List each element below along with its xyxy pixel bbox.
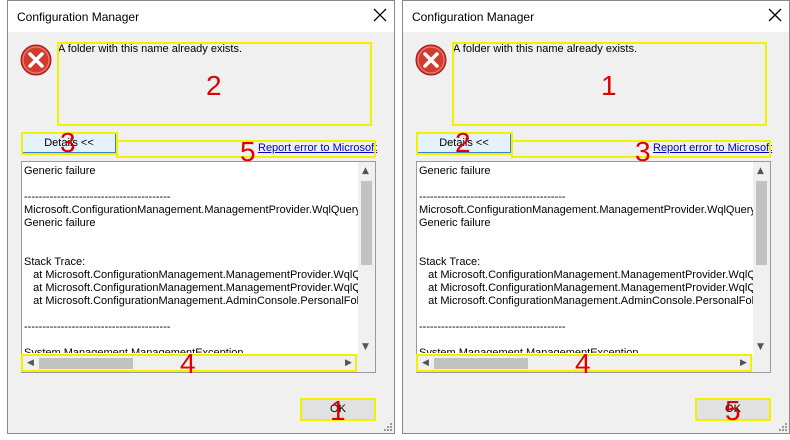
scrollbar-corner [753, 355, 770, 372]
details-text-line: Generic failure [24, 165, 96, 177]
window-title: Configuration Manager [17, 10, 140, 24]
resize-grip-icon[interactable] [777, 421, 787, 431]
error-message: A folder with this name already exists. [58, 43, 243, 55]
error-details-textbox[interactable]: Generic failure -------------------------… [416, 161, 771, 373]
error-icon [20, 44, 52, 76]
horizontal-scroll-thumb[interactable] [39, 358, 133, 369]
details-text-line: Generic failure [24, 217, 96, 229]
scrollbar-corner [358, 355, 375, 372]
details-text-line: Stack Trace: [24, 256, 86, 268]
error-icon [415, 44, 447, 76]
error-message: A folder with this name already exists. [453, 43, 638, 55]
details-text-line: at Microsoft.ConfigurationManagement.Adm… [24, 295, 360, 307]
scroll-up-icon[interactable]: ▲ [362, 166, 369, 176]
details-text-line [22, 243, 360, 256]
scroll-left-icon[interactable]: ◀ [27, 358, 34, 368]
dialog-left: Configuration Manager A folder with this… [7, 0, 395, 434]
details-text-line: System.Management.ManagementException [24, 347, 244, 353]
details-text-line: Stack Trace: [419, 256, 481, 268]
close-icon[interactable] [372, 7, 388, 23]
vertical-scroll-thumb[interactable] [756, 181, 767, 265]
annotation-number: 2 [206, 70, 222, 101]
title-bar: Configuration Manager [8, 1, 394, 32]
details-text-line: ---------------------------------------- [419, 321, 566, 333]
scroll-up-icon[interactable]: ▲ [757, 166, 764, 176]
details-button[interactable]: Details << [417, 133, 511, 153]
details-text-line [22, 178, 360, 191]
details-text-line [417, 178, 755, 191]
scroll-down-icon[interactable]: ▼ [757, 342, 764, 352]
details-text-line: at Microsoft.ConfigurationManagement.Man… [419, 282, 755, 294]
details-button[interactable]: Details << [22, 133, 116, 153]
error-details-textbox[interactable]: Generic failure -------------------------… [21, 161, 376, 373]
error-details-content: Generic failure -------------------------… [22, 165, 360, 353]
details-text-line: ---------------------------------------- [419, 191, 566, 203]
ok-button[interactable]: OK [301, 399, 375, 420]
details-text-line [417, 334, 755, 347]
details-text-line [417, 230, 755, 243]
vertical-scroll-thumb[interactable] [361, 181, 372, 265]
details-text-line: at Microsoft.ConfigurationManagement.Man… [24, 269, 360, 281]
close-icon[interactable] [767, 7, 783, 23]
details-text-line [22, 230, 360, 243]
error-details-content: Generic failure -------------------------… [417, 165, 755, 353]
details-text-line: ---------------------------------------- [24, 321, 171, 333]
horizontal-scrollbar[interactable]: ◀ ▶ [22, 355, 360, 372]
horizontal-scrollbar[interactable]: ◀ ▶ [417, 355, 755, 372]
vertical-scrollbar[interactable]: ▲ ▼ [358, 162, 375, 357]
report-error-link[interactable]: Report error to Microsoft [258, 142, 377, 154]
resize-grip-icon[interactable] [382, 421, 392, 431]
details-text-line: Generic failure [419, 165, 491, 177]
window-title: Configuration Manager [412, 10, 535, 24]
scroll-left-icon[interactable]: ◀ [422, 358, 429, 368]
scroll-right-icon[interactable]: ▶ [345, 358, 352, 368]
details-text-line: ---------------------------------------- [24, 191, 171, 203]
details-text-line [417, 308, 755, 321]
dialog-right: Configuration Manager A folder with this… [402, 0, 790, 434]
annotation-number: 1 [601, 70, 617, 101]
title-bar: Configuration Manager [403, 1, 789, 32]
details-text-line: at Microsoft.ConfigurationManagement.Man… [24, 282, 360, 294]
details-text-line [22, 308, 360, 321]
details-text-line: at Microsoft.ConfigurationManagement.Man… [419, 269, 755, 281]
details-text-line [22, 334, 360, 347]
report-error-link[interactable]: Report error to Microsoft [653, 142, 772, 154]
details-text-line: Microsoft.ConfigurationManagement.Manage… [419, 204, 755, 216]
details-text-line: at Microsoft.ConfigurationManagement.Adm… [419, 295, 755, 307]
details-text-line: Microsoft.ConfigurationManagement.Manage… [24, 204, 360, 216]
details-text-line: Generic failure [419, 217, 491, 229]
ok-button[interactable]: OK [696, 399, 770, 420]
scroll-down-icon[interactable]: ▼ [362, 342, 369, 352]
horizontal-scroll-thumb[interactable] [434, 358, 528, 369]
details-text-line: System.Management.ManagementException [419, 347, 639, 353]
vertical-scrollbar[interactable]: ▲ ▼ [753, 162, 770, 357]
details-text-line [417, 243, 755, 256]
scroll-right-icon[interactable]: ▶ [740, 358, 747, 368]
